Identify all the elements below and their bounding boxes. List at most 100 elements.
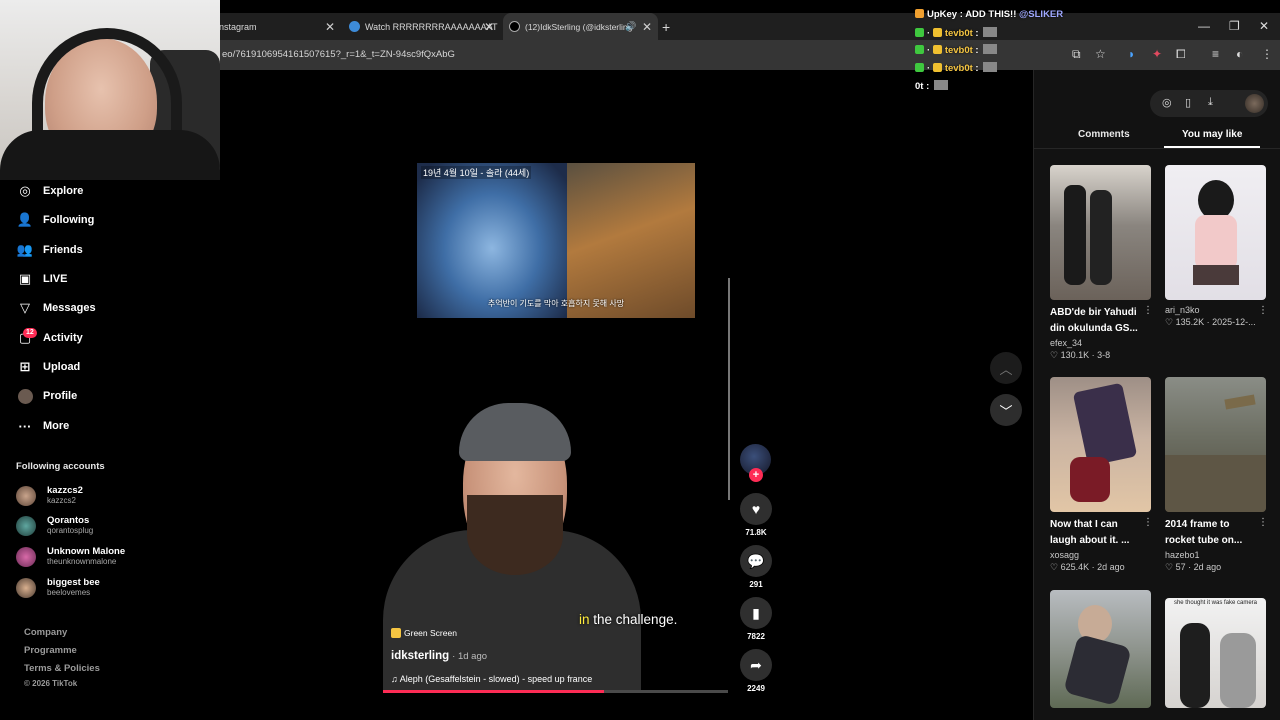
tab-divider — [1034, 148, 1280, 149]
next-video-button[interactable]: ﹀ — [990, 394, 1022, 426]
friends-icon: 👥 — [16, 242, 34, 257]
menu-kebab-icon[interactable]: ⋮ — [1261, 47, 1273, 61]
green-screen-background-image: 19년 4월 10일 - 솔라 (44세) 추억반이 기도를 막아 호흡하지 못… — [417, 163, 695, 318]
card-user: hazebo1 — [1165, 550, 1200, 560]
recommended-video-card[interactable]: 2014 frame to rocket tube on... ⋮ hazebo… — [1165, 377, 1268, 573]
sidebar-item-more[interactable]: ··· More — [16, 418, 70, 434]
sidebar-item-profile[interactable]: Profile — [16, 388, 77, 404]
following-account-item[interactable]: Qorantos qorantosplug — [16, 515, 93, 536]
tab-watch[interactable]: Watch RRRRRRRRAAAAAAAAT ✕ — [345, 13, 503, 40]
avatar[interactable] — [1245, 94, 1264, 113]
right-panel: ◎ ▯ ⤓ Comments You may like ABD'de bir Y… — [1033, 70, 1280, 720]
video-person-cap — [459, 403, 571, 461]
previous-video-button[interactable]: ︿ — [990, 352, 1022, 384]
chevron-down-icon: ﹀ — [999, 403, 1013, 419]
following-account-item[interactable]: Unknown Malone theunknownmalone — [16, 546, 125, 567]
extensions-puzzle-icon[interactable]: ⧠ — [1176, 47, 1186, 62]
close-icon[interactable]: ✕ — [642, 20, 652, 34]
video-thumbnail[interactable] — [1050, 377, 1151, 512]
following-account-item[interactable]: biggest bee beelovemes — [16, 577, 100, 598]
download-icon[interactable]: ⤓ — [1208, 96, 1213, 109]
chat-badge-icon — [932, 28, 942, 37]
sidebar-item-explore[interactable]: ◎ Explore — [16, 183, 83, 199]
mobile-icon[interactable]: ▯ — [1185, 96, 1191, 109]
comment-button[interactable]: 💬 291 — [739, 545, 773, 589]
save-count: 7822 — [747, 632, 765, 641]
chat-user: tevb0t — [944, 28, 973, 39]
close-icon[interactable]: ✕ — [325, 20, 335, 34]
chat-emote-icon — [983, 62, 998, 72]
card-date: 3-8 — [1097, 350, 1111, 360]
restore-icon[interactable]: ❐ — [1229, 19, 1240, 33]
inset-subtitle: 추억반이 기도를 막아 호흡하지 못해 사망 — [487, 299, 625, 308]
chevron-up-icon: ︿ — [999, 361, 1013, 377]
video-thumbnail[interactable] — [1050, 165, 1151, 300]
heart-outline-icon: ♡ — [1165, 562, 1176, 572]
following-account-item[interactable]: kazzcs2 kazzcs2 — [16, 485, 83, 506]
tab-tiktok[interactable]: (12)IdkSterling (@idksterling 🔊 ✕ — [503, 13, 658, 40]
card-date: 2d ago — [1193, 562, 1222, 572]
profile-icon[interactable]: ◐ — [1236, 47, 1243, 61]
like-count: 71.8K — [745, 528, 767, 537]
video-progress-bar[interactable] — [383, 690, 728, 693]
recommended-video-card[interactable]: ABD'de bir Yahudi din okulunda GS... ⋮ e… — [1050, 165, 1153, 361]
card-meta: ♡ 135.2K · 2025-12-... — [1165, 317, 1256, 327]
follow-plus-icon[interactable]: + — [749, 468, 763, 482]
more-options-icon[interactable]: ⋮ — [1143, 517, 1153, 528]
tab-instagram[interactable]: nstagram ✕ — [215, 13, 345, 40]
video-thumbnail[interactable] — [1165, 165, 1266, 300]
footer-link-terms[interactable]: Terms & Policies — [24, 663, 100, 674]
more-options-icon[interactable]: ⋮ — [1258, 517, 1268, 528]
video-scrollbar[interactable] — [728, 278, 730, 500]
webcam-shirt — [0, 130, 220, 180]
footer-link-company[interactable]: Company — [24, 627, 67, 638]
video-caption: in the challenge. — [579, 612, 677, 627]
share-button[interactable]: ➦ 2249 — [739, 649, 773, 693]
video-thumbnail[interactable]: she thought it was fake camera — [1165, 598, 1266, 708]
like-button[interactable]: ♥ 71.8K — [739, 493, 773, 537]
share-arrow-icon: ➦ — [740, 649, 772, 681]
recommended-video-card[interactable]: Now that I can laugh about it. ... ⋮ xos… — [1050, 377, 1153, 573]
new-tab-button[interactable]: + — [662, 13, 682, 40]
chat-message: · tevb0t : — [915, 44, 998, 56]
avatar — [16, 546, 36, 567]
tab-comments[interactable]: Comments — [1078, 129, 1130, 140]
caption-highlight: in — [579, 612, 590, 627]
explore-icon[interactable]: ◎ — [1162, 96, 1172, 109]
minimize-icon[interactable]: — — [1198, 19, 1210, 33]
extension-icon[interactable]: ◗ — [1128, 47, 1135, 61]
recommended-video-card[interactable]: she thought it was fake camera — [1165, 598, 1266, 708]
live-icon: ▣ — [18, 271, 32, 286]
more-options-icon[interactable]: ⋮ — [1143, 305, 1153, 316]
footer-link-programme[interactable]: Programme — [24, 645, 77, 656]
sidebar-item-friends[interactable]: 👥 Friends — [16, 242, 83, 258]
tiktok-favicon-icon — [509, 21, 520, 32]
video-thumbnail[interactable] — [1165, 377, 1266, 512]
close-window-icon[interactable]: ✕ — [1259, 19, 1269, 33]
save-button[interactable]: ▮ 7822 — [739, 597, 773, 641]
creator-video-frame — [383, 395, 641, 693]
sidebar-item-following[interactable]: 👤 Following — [16, 212, 94, 228]
more-options-icon[interactable]: ⋮ — [1258, 305, 1268, 316]
sidebar-item-upload[interactable]: ⊞ Upload — [16, 359, 81, 375]
close-icon[interactable]: ✕ — [484, 20, 494, 34]
tab-you-may-like[interactable]: You may like — [1182, 129, 1242, 140]
media-control-icon[interactable]: ≡ — [1212, 47, 1219, 61]
recommended-video-card[interactable]: ⋮ ari_n3ko ♡ 135.2K · 2025-12-... — [1165, 165, 1268, 328]
chat-message: UpKey : ADD THIS!! @SLIKER — [915, 9, 1063, 20]
effect-tag[interactable]: Green Screen — [391, 628, 457, 638]
card-user: xosagg — [1050, 550, 1080, 560]
url-text[interactable]: eo/7619106954161507615?_r=1&_t=ZN-94sc9f… — [222, 49, 455, 60]
author-name[interactable]: idksterling — [391, 650, 449, 662]
recommended-video-card[interactable] — [1050, 590, 1151, 708]
account-name: Unknown Malone — [47, 546, 126, 557]
card-title: ABD'de bir Yahudi din okulunda GS... — [1050, 307, 1138, 334]
music-info[interactable]: ♫ Aleph (Gesaffelstein - slowed) - speed… — [391, 674, 592, 684]
sidebar-item-messages[interactable]: ▽ Messages — [16, 300, 96, 316]
video-player[interactable]: in the challenge. Green Screen idksterli… — [383, 395, 728, 693]
video-thumbnail[interactable] — [1050, 590, 1151, 708]
speaker-icon[interactable]: 🔊 — [625, 21, 636, 32]
sidebar-item-live[interactable]: ▣ LIVE — [16, 271, 68, 287]
extension-icon[interactable]: ✦ — [1152, 47, 1162, 61]
compass-icon: ◎ — [19, 183, 31, 198]
